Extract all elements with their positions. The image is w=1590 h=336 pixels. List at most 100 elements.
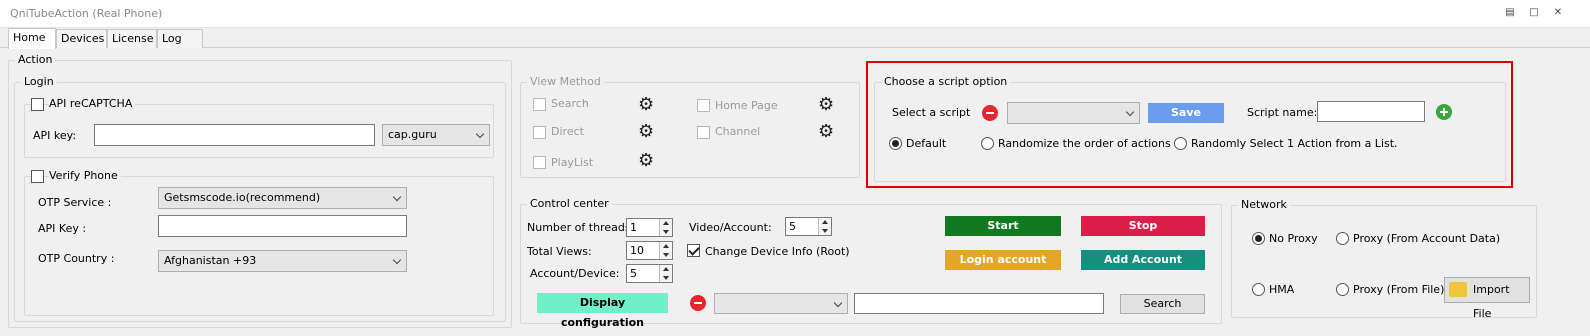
mode-randomize-radio[interactable] xyxy=(981,137,994,150)
no-proxy-radio[interactable] xyxy=(1252,232,1265,245)
tab-devices[interactable]: Devices xyxy=(56,29,107,48)
otp-country-value: Afghanistan +93 xyxy=(164,254,257,267)
view-channel-label: Channel xyxy=(715,125,761,138)
otp-api-key-input[interactable] xyxy=(158,215,407,237)
change-device-label: Change Device Info (Root) xyxy=(705,245,850,258)
view-homepage-checkbox[interactable] xyxy=(697,99,710,112)
tab-license[interactable]: License xyxy=(107,29,157,48)
config-select[interactable] xyxy=(714,293,848,314)
view-method-legend: View Method xyxy=(527,75,604,88)
video-account-value: 5 xyxy=(789,220,796,233)
add-script-icon[interactable] xyxy=(1436,104,1452,120)
total-views-value: 10 xyxy=(630,244,644,257)
stop-button[interactable]: Stop xyxy=(1081,216,1205,236)
hma-radio[interactable] xyxy=(1252,283,1265,296)
verify-phone-label: Verify Phone xyxy=(49,169,121,182)
otp-service-label: OTP Service : xyxy=(38,196,112,209)
captcha-provider-select[interactable]: cap.guru xyxy=(382,124,490,146)
view-playlist-label: PlayList xyxy=(551,156,594,169)
start-button[interactable]: Start xyxy=(945,216,1061,236)
close-icon[interactable]: ✕ xyxy=(1551,7,1565,19)
search-button[interactable]: Search xyxy=(1120,294,1205,314)
account-device-stepper-arrows[interactable] xyxy=(659,265,672,282)
channel-settings-gear-icon[interactable]: ⚙ xyxy=(818,123,836,141)
total-views-spinner[interactable]: 10 xyxy=(626,241,673,260)
tab-log[interactable]: Log xyxy=(157,29,203,48)
account-device-value: 5 xyxy=(630,267,637,280)
script-select[interactable] xyxy=(1007,102,1140,124)
window-title: QniTubeAction (Real Phone) xyxy=(10,7,163,20)
title-bar: QniTubeAction (Real Phone) ▤ □ ✕ xyxy=(0,0,1590,28)
mode-random-select-label: Randomly Select 1 Action from a List. xyxy=(1191,137,1398,150)
chevron-down-icon xyxy=(833,298,843,308)
proxy-account-label: Proxy (From Account Data) xyxy=(1353,232,1501,245)
video-account-spinner[interactable]: 5 xyxy=(785,217,832,236)
otp-service-value: Getsmscode.io(recommend) xyxy=(164,191,321,204)
verify-phone-checkbox[interactable] xyxy=(31,170,44,183)
threads-stepper-arrows[interactable] xyxy=(659,219,672,236)
threads-label: Number of threads: xyxy=(527,221,635,234)
login-account-button[interactable]: Login account xyxy=(945,250,1061,270)
script-name-input[interactable] xyxy=(1317,101,1425,122)
tab-bar: Home Devices License Log xyxy=(0,28,1590,49)
api-key-input[interactable] xyxy=(94,124,375,146)
chevron-down-icon xyxy=(475,129,485,139)
control-center-legend: Control center xyxy=(527,197,612,210)
change-device-checkbox[interactable] xyxy=(687,244,700,257)
mode-default-radio[interactable] xyxy=(889,137,902,150)
remove-script-icon[interactable] xyxy=(982,105,998,121)
chevron-down-icon xyxy=(392,255,402,265)
account-device-spinner[interactable]: 5 xyxy=(626,264,673,283)
login-legend: Login xyxy=(21,75,57,88)
action-legend: Action xyxy=(15,53,56,66)
folder-icon xyxy=(1449,282,1467,297)
tab-home[interactable]: Home xyxy=(8,28,56,49)
search-input[interactable] xyxy=(854,293,1104,314)
recaptcha-label: API reCAPTCHA xyxy=(49,97,136,110)
minimize-icon[interactable]: ▤ xyxy=(1503,7,1517,19)
remove-config-icon[interactable] xyxy=(690,295,706,311)
mode-default-label: Default xyxy=(906,137,947,150)
otp-api-key-label: API Key : xyxy=(38,222,87,235)
otp-country-label: OTP Country : xyxy=(38,252,115,265)
view-direct-label: Direct xyxy=(551,125,584,138)
hma-label: HMA xyxy=(1269,283,1295,296)
view-channel-checkbox[interactable] xyxy=(697,126,710,139)
direct-settings-gear-icon[interactable]: ⚙ xyxy=(638,123,656,141)
import-file-button[interactable]: Import File xyxy=(1444,277,1530,320)
total-views-stepper-arrows[interactable] xyxy=(659,242,672,259)
api-key-label: API key: xyxy=(33,129,77,142)
mode-random-select-radio[interactable] xyxy=(1174,137,1187,150)
save-button[interactable]: Save xyxy=(1148,103,1224,123)
proxy-account-radio[interactable] xyxy=(1336,232,1349,245)
select-script-label: Select a script xyxy=(892,106,971,119)
account-device-label: Account/Device: xyxy=(530,267,620,280)
view-direct-checkbox[interactable] xyxy=(533,126,546,139)
maximize-icon[interactable]: □ xyxy=(1527,7,1541,19)
display-configuration-button[interactable]: Display configuration xyxy=(537,293,668,329)
homepage-settings-gear-icon[interactable]: ⚙ xyxy=(818,96,836,114)
total-views-label: Total Views: xyxy=(527,245,592,258)
video-account-stepper-arrows[interactable] xyxy=(818,218,831,235)
view-search-checkbox[interactable] xyxy=(533,98,546,111)
network-legend: Network xyxy=(1238,198,1290,211)
highlight-box xyxy=(866,61,1513,188)
captcha-provider-value: cap.guru xyxy=(388,128,437,141)
add-account-button[interactable]: Add Account xyxy=(1081,250,1205,270)
script-name-label: Script name: xyxy=(1247,106,1318,119)
threads-spinner[interactable]: 1 xyxy=(626,218,673,237)
view-search-label: Search xyxy=(551,97,589,110)
otp-service-select[interactable]: Getsmscode.io(recommend) xyxy=(158,187,407,209)
mode-randomize-label: Randomize the order of actions xyxy=(998,137,1171,150)
playlist-settings-gear-icon[interactable]: ⚙ xyxy=(638,152,656,170)
search-settings-gear-icon[interactable]: ⚙ xyxy=(638,96,656,114)
otp-country-select[interactable]: Afghanistan +93 xyxy=(158,250,407,272)
view-homepage-label: Home Page xyxy=(715,99,778,112)
view-playlist-checkbox[interactable] xyxy=(533,156,546,169)
proxy-file-radio[interactable] xyxy=(1336,283,1349,296)
proxy-file-label: Proxy (From File) xyxy=(1353,283,1445,296)
video-account-label: Video/Account: xyxy=(689,221,772,234)
no-proxy-label: No Proxy xyxy=(1269,232,1318,245)
recaptcha-checkbox[interactable] xyxy=(31,98,44,111)
chevron-down-icon xyxy=(1125,107,1135,117)
